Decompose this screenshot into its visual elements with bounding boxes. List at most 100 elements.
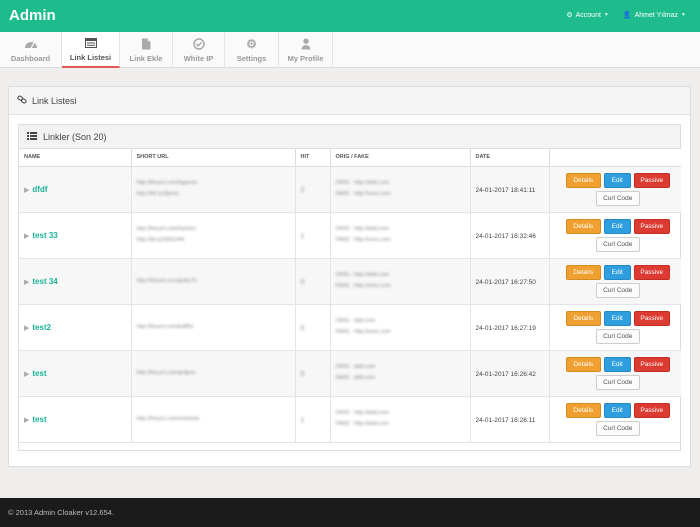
details-button[interactable]: Details (565, 264, 601, 280)
edit-button[interactable]: Edit (603, 310, 631, 326)
date-cell: 24-01-2017 16:26:11 (470, 396, 550, 443)
link-name[interactable]: test 33 (32, 231, 57, 240)
short-url-1: http://tinyurl.com/jrqff5e (136, 323, 194, 330)
date-value: 24-01-2017 16:32:46 (475, 232, 536, 240)
curl-code-button[interactable]: Curl Code (595, 282, 640, 298)
passive-button[interactable]: Passive (633, 310, 670, 326)
tab-dashboard[interactable]: Dashboard (0, 32, 62, 68)
edit-button[interactable]: Edit (603, 218, 631, 234)
fake-url: FAKE : ddd.com (335, 375, 376, 381)
table-row: ▶ test2 http://tinyurl.com/jrqff5e 0 ORIG : … (19, 304, 681, 351)
hit-cell: 0 (295, 350, 331, 397)
tab-link-listesi[interactable]: Link Listesi (62, 32, 120, 68)
actions-cell: Details Edit Passive Curl Code (549, 258, 681, 305)
actions-cell: Details Edit Passive Curl Code (549, 396, 681, 443)
details-button[interactable]: Details (565, 356, 601, 372)
table-row: ▶ test 33 http://tinyurl.com/hyk4zn http://… (19, 212, 681, 259)
edit-button[interactable]: Edit (603, 172, 631, 188)
hit-count: 0 (300, 324, 305, 332)
link-name[interactable]: dfdf (32, 185, 47, 194)
fake-url: FAKE : http://xxxx.com (335, 237, 391, 243)
actions-cell: Details Edit Passive Curl Code (549, 212, 681, 259)
edit-button[interactable]: Edit (603, 356, 631, 372)
name-cell: ▶ test (19, 350, 132, 397)
tab-link-ekle[interactable]: Link Ekle (120, 32, 173, 68)
orig-fake-cell: ORIG : http://ddd.com FAKE : http://xxxx.… (330, 166, 471, 213)
account-label: Account (575, 11, 601, 19)
top-nav: ⚙ Account ▼ 👤 Ahmet Yılmaz ▼ (566, 11, 686, 20)
gear-icon: ⚙ (566, 12, 573, 19)
user-icon (299, 38, 313, 51)
fake-url: FAKE : http://xxxx.com (335, 191, 391, 197)
short-url-cell: http://tinyurl.com/zeeeeee (131, 396, 296, 443)
date-cell: 24-01-2017 16:27:50 (470, 258, 550, 305)
tab-settings[interactable]: ⚙ Settings (225, 32, 279, 68)
edit-button[interactable]: Edit (603, 402, 631, 418)
hit-cell: 1 (295, 396, 331, 443)
details-button[interactable]: Details (565, 172, 601, 188)
caret-right-icon: ▶ (24, 370, 30, 378)
app-title[interactable]: Admin (9, 7, 56, 24)
tab-label: Link Listesi (69, 52, 112, 62)
hit-count: 0 (300, 278, 305, 286)
short-url-cell: http://tinyurl.com/hgjznsn http://bit.ly/… (131, 166, 296, 213)
short-url-2: http://bit.ly/2jkzrlo (136, 191, 180, 197)
passive-button[interactable]: Passive (633, 264, 670, 280)
date-value: 24-01-2017 16:27:50 (475, 278, 536, 286)
short-url-1: http://tinyurl.com/jpxky7k (136, 277, 197, 284)
curl-code-button[interactable]: Curl Code (595, 420, 640, 436)
passive-button[interactable]: Passive (633, 218, 670, 234)
passive-button[interactable]: Passive (633, 172, 670, 188)
hit-cell: 1 (295, 212, 331, 259)
tab-white-ip[interactable]: White IP (173, 32, 225, 68)
table-row: ▶ dfdf http://tinyurl.com/hgjznsn http://bi… (19, 166, 681, 213)
name-cell: ▶ test2 (19, 304, 132, 351)
details-button[interactable]: Details (565, 402, 601, 418)
name-cell: ▶ test 33 (19, 212, 132, 259)
tab-label: Dashboard (10, 53, 51, 63)
chevron-down-icon: ▼ (681, 12, 686, 18)
link-name[interactable]: test (32, 369, 46, 378)
curl-code-button[interactable]: Curl Code (595, 374, 640, 390)
passive-button[interactable]: Passive (633, 402, 670, 418)
orig-fake-cell: ORIG : ddd.com FAKE : ddd.com (330, 350, 471, 397)
short-url-1: http://tinyurl.com/zeeeeee (136, 415, 200, 422)
date-value: 24-01-2017 18:41:11 (475, 186, 536, 194)
column-header-name: NAME (19, 149, 132, 167)
date-cell: 24-01-2017 16:32:46 (470, 212, 550, 259)
user-icon: 👤 (622, 12, 632, 19)
links-table-panel: Linkler (Son 20) NAME SHORT URL HIT ORIG… (18, 124, 681, 451)
tab-my-profile[interactable]: My Profile (279, 32, 333, 68)
table-row: ▶ test 34 http://tinyurl.com/jpxky7k 0 ORIG … (19, 258, 681, 305)
short-url-1: http://tinyurl.com/hyk4zn (136, 226, 196, 232)
table-panel-header: Linkler (Son 20) (19, 125, 680, 149)
account-menu[interactable]: ⚙ Account ▼ (566, 11, 609, 20)
link-list-panel: Link Listesi Linkler (Son 20) NAME SHORT… (8, 86, 691, 467)
curl-code-button[interactable]: Curl Code (595, 190, 640, 206)
fake-url: FAKE : http://xxxx.com (335, 329, 391, 335)
fake-url: FAKE : http://xxxx.com (335, 283, 391, 289)
hit-cell: 0 (295, 304, 331, 351)
date-value: 24-01-2017 16:26:11 (475, 416, 536, 424)
details-button[interactable]: Details (565, 218, 601, 234)
link-name[interactable]: test (32, 415, 46, 424)
link-name[interactable]: test 34 (32, 277, 57, 286)
footer-text: © 2013 Admin Cloaker v12.654. (8, 508, 115, 517)
passive-button[interactable]: Passive (633, 356, 670, 372)
user-menu[interactable]: 👤 Ahmet Yılmaz ▼ (622, 11, 686, 20)
orig-fake-cell: ORIG : http://ddd.com FAKE : http://xxxx.… (330, 212, 471, 259)
caret-right-icon: ▶ (24, 186, 30, 194)
date-cell: 24-01-2017 18:41:11 (470, 166, 550, 213)
short-url-cell: http://tinyurl.com/jrqff5e (131, 304, 296, 351)
table-row: ▶ test http://tinyurl.com/gnfjyxe 0 ORIG : d… (19, 350, 681, 397)
edit-button[interactable]: Edit (603, 264, 631, 280)
curl-code-button[interactable]: Curl Code (595, 328, 640, 344)
column-header-short-url: SHORT URL (131, 149, 296, 167)
table-header-row: NAME SHORT URL HIT ORIG / FAKE DATE (19, 149, 681, 167)
short-url-cell: http://tinyurl.com/gnfjyxe (131, 350, 296, 397)
hit-cell: 0 (295, 258, 331, 305)
link-name[interactable]: test2 (32, 323, 51, 332)
curl-code-button[interactable]: Curl Code (595, 236, 640, 252)
details-button[interactable]: Details (565, 310, 601, 326)
check-circle-icon (192, 38, 206, 51)
